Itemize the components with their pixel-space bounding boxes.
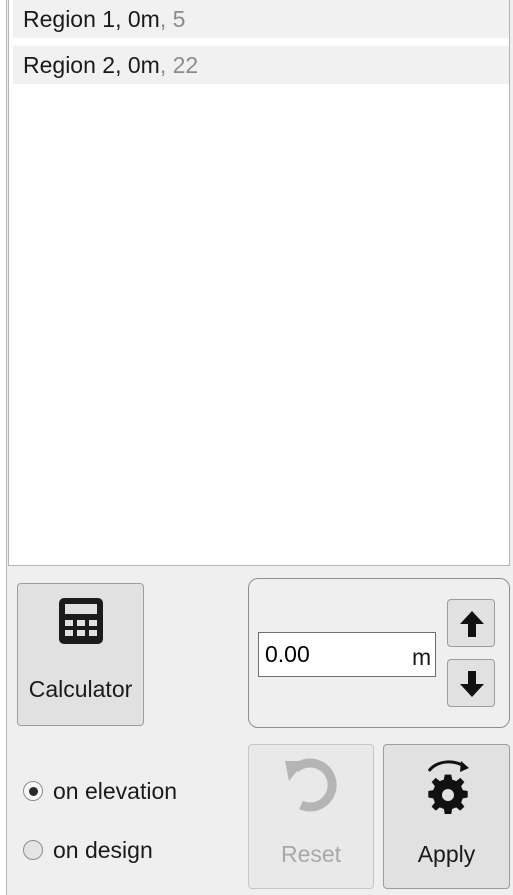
list-item-count: 5 — [172, 6, 186, 32]
calculator-label: Calculator — [28, 676, 133, 702]
mode-on-elevation[interactable]: on elevation — [23, 776, 177, 806]
calculator-icon — [56, 596, 106, 651]
radio-on-design[interactable] — [23, 840, 43, 860]
radio-label: on design — [53, 836, 153, 863]
calculator-button[interactable]: Calculator — [17, 583, 144, 726]
region-list[interactable]: Region 1, 0m, 5 Region 2, 0m, 22 — [8, 0, 510, 566]
increment-button[interactable] — [447, 599, 495, 647]
undo-icon — [281, 755, 343, 824]
offset-unit: m — [412, 644, 432, 670]
list-item[interactable]: Region 2, 0m, 22 — [13, 46, 509, 84]
list-item-count: 22 — [172, 52, 199, 78]
apply-button[interactable]: Apply — [383, 744, 510, 889]
gear-apply-icon — [419, 757, 477, 822]
reset-label: Reset — [280, 841, 342, 867]
list-item-name: Region 1, 0m — [23, 6, 160, 32]
arrow-up-icon — [460, 611, 484, 637]
radio-on-elevation[interactable] — [23, 781, 43, 801]
decrement-button[interactable] — [447, 659, 495, 707]
radio-label: on elevation — [53, 777, 178, 804]
reset-button[interactable]: Reset — [248, 744, 374, 889]
list-item[interactable]: Region 1, 0m, 5 — [13, 0, 509, 38]
arrow-down-icon — [460, 671, 484, 697]
list-item-separator: , — [159, 52, 173, 78]
mode-on-design[interactable]: on design — [23, 835, 153, 865]
list-item-separator: , — [159, 6, 173, 32]
offset-input[interactable] — [258, 632, 436, 677]
apply-label: Apply — [417, 841, 476, 867]
list-item-name: Region 2, 0m — [23, 52, 160, 78]
